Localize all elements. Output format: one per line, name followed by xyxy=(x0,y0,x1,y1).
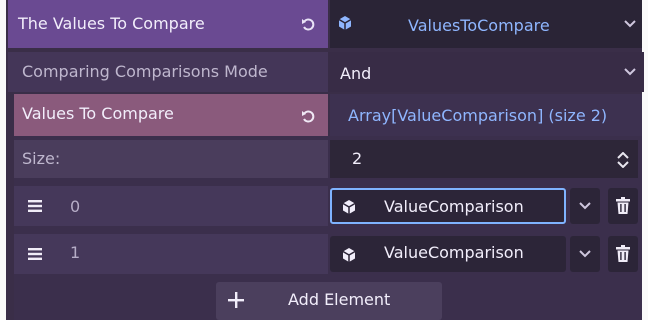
remove-element-button[interactable] xyxy=(608,188,638,224)
spinner-arrows-icon[interactable] xyxy=(614,150,632,170)
element-index: 1 xyxy=(70,243,81,262)
list-item xyxy=(14,186,328,226)
element-value: ValueComparison xyxy=(384,243,524,262)
resource-cube-icon xyxy=(336,14,354,32)
remove-element-button[interactable] xyxy=(608,236,638,272)
resource-cube-icon xyxy=(340,198,358,216)
drag-handle-icon[interactable] xyxy=(26,246,44,262)
chevron-down-icon[interactable] xyxy=(622,64,638,80)
size-label: Size: xyxy=(22,149,61,168)
trash-icon xyxy=(616,197,630,214)
element-options-button[interactable] xyxy=(570,188,600,224)
element-index: 0 xyxy=(70,197,81,216)
property-label: Comparing Comparisons Mode xyxy=(22,62,268,81)
revert-icon[interactable] xyxy=(298,14,318,34)
list-item xyxy=(14,234,328,274)
array-summary: Array[ValueComparison] (size 2) xyxy=(348,106,608,125)
trash-icon xyxy=(616,245,630,262)
property-label: Values To Compare xyxy=(22,104,174,123)
element-options-button[interactable] xyxy=(570,236,600,272)
resource-value: ValuesToCompare xyxy=(408,16,550,35)
plus-icon xyxy=(226,290,246,310)
size-value[interactable]: 2 xyxy=(352,151,362,167)
size-label-cell xyxy=(14,140,328,178)
revert-icon[interactable] xyxy=(298,106,318,126)
add-element-label: Add Element xyxy=(288,290,391,309)
chevron-down-icon[interactable] xyxy=(622,16,638,32)
element-value: ValueComparison xyxy=(384,197,524,216)
size-spinbox[interactable] xyxy=(330,140,638,178)
drag-handle-icon[interactable] xyxy=(26,198,44,214)
resource-cube-icon xyxy=(340,246,358,264)
mode-select-value[interactable]: And xyxy=(340,66,371,82)
property-label: The Values To Compare xyxy=(18,14,205,33)
